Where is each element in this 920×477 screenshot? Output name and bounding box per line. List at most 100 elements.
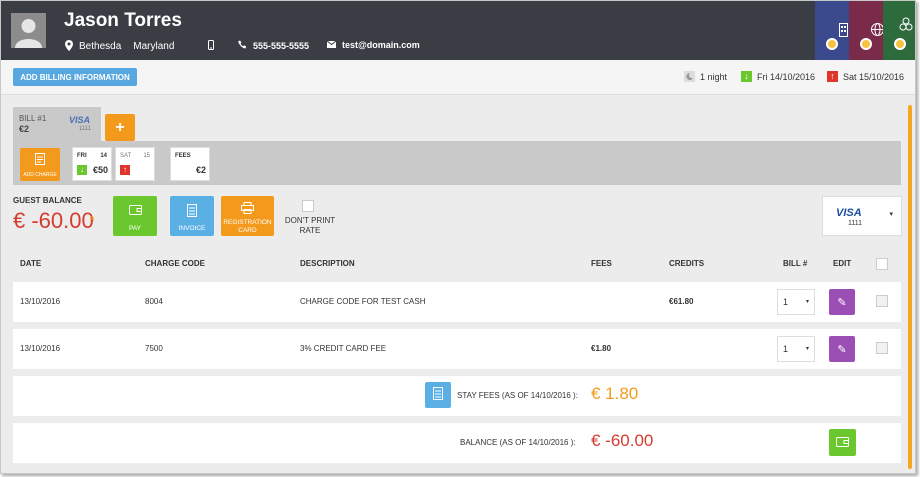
day-date: 15 <box>143 153 150 159</box>
row-fees: €1.80 <box>591 344 612 353</box>
document-icon <box>187 204 197 219</box>
wallet-icon <box>836 435 849 450</box>
edit-button[interactable]: ✎ <box>829 289 855 315</box>
fees-label: FEES <box>175 153 191 159</box>
col-description: DESCRIPTION <box>300 259 355 268</box>
select-all-checkbox[interactable] <box>876 258 888 270</box>
card-brand: VISA <box>836 207 862 219</box>
row-checkbox[interactable] <box>876 342 888 354</box>
bill-amount: €2 <box>19 124 30 134</box>
receipt-icon <box>35 153 45 167</box>
chevron-down-icon: ▾ <box>805 346 809 352</box>
tile-badge <box>860 38 872 50</box>
guest-header: Jason Torres Bethesda Maryland 555-555-5… <box>1 1 915 60</box>
row-description: CHARGE CODE FOR TEST CASH <box>300 297 426 306</box>
registration-card-button[interactable]: REGISTRATION CARD <box>221 196 274 236</box>
bill-card-number: 1111 <box>79 126 92 132</box>
stay-fees-label: STAY FEES (AS OF 14/10/2016 ): <box>457 391 578 400</box>
invoice-label: INVOICE <box>178 224 206 232</box>
arrow-up-icon: ↑ <box>827 71 838 82</box>
table-row: 13/10/2016 8004 CHARGE CODE FOR TEST CAS… <box>13 282 901 322</box>
col-credits: CREDITS <box>669 259 705 268</box>
charges-bar: ADD CHARGE FRI 14 ↓ €50 SAT 15 ↑ FEES €2 <box>13 141 901 185</box>
edit-button[interactable]: ✎ <box>829 336 855 362</box>
bill-number-select[interactable]: 1 ▾ <box>777 336 815 362</box>
chevron-up-icon[interactable]: » <box>86 216 97 222</box>
col-edit: EDIT <box>833 259 852 268</box>
departure-date: ↑ Sat 15/10/2016 <box>827 71 904 82</box>
row-charge-code: 7500 <box>145 344 163 353</box>
col-bill-number: BILL # <box>783 259 808 268</box>
moon-icon <box>684 71 695 82</box>
pay-label: PAY <box>128 224 142 232</box>
guest-name: Jason Torres <box>64 10 182 31</box>
day-name: FRI <box>77 153 87 159</box>
row-date: 13/10/2016 <box>20 297 61 306</box>
guest-phone: 555-555-5555 <box>238 40 309 51</box>
vertical-scrollbar[interactable] <box>908 105 912 469</box>
bill-number-select[interactable]: 1 ▾ <box>777 289 815 315</box>
col-date: DATE <box>20 259 42 268</box>
registration-card-label: REGISTRATION CARD <box>223 218 272 234</box>
guest-location: Bethesda Maryland <box>65 40 174 53</box>
stay-fees-row: STAY FEES (AS OF 14/10/2016 ): € 1.80 <box>13 376 901 416</box>
payment-card-select[interactable]: VISA 1111 ▾ <box>822 196 902 236</box>
wallet-icon <box>129 204 142 217</box>
guest-email: test@domain.com <box>326 40 420 50</box>
bill-number-value: 1 <box>783 344 789 354</box>
departure-label: Sat 15/10/2016 <box>843 71 905 82</box>
row-date: 13/10/2016 <box>20 344 61 353</box>
stay-fees-value: € 1.80 <box>591 384 639 403</box>
bill-number-value: 1 <box>783 297 789 307</box>
guest-city: Bethesda <box>79 41 122 52</box>
day-date: 14 <box>100 153 107 159</box>
row-description: 3% CREDIT CARD FEE <box>300 344 387 353</box>
row-checkbox[interactable] <box>876 295 888 307</box>
balance-row: BALANCE (AS OF 14/10/2016 ): € -60.00 <box>13 423 901 463</box>
envelope-icon <box>326 40 337 50</box>
balance-label: BALANCE (AS OF 14/10/2016 ): <box>460 438 576 447</box>
table-row: 13/10/2016 7500 3% CREDIT CARD FEE €1.80… <box>13 329 901 369</box>
balance-value: € -60.00 <box>591 431 654 450</box>
col-fees: FEES <box>591 259 612 268</box>
row-charge-code: 8004 <box>145 297 163 306</box>
stay-fees-invoice-button[interactable] <box>425 382 451 408</box>
avatar <box>11 13 46 48</box>
day-charge-fri[interactable]: FRI 14 ↓ €50 <box>72 147 112 181</box>
pay-button[interactable]: PAY <box>113 196 157 236</box>
dont-print-rate-label: DON'T PRINT RATE <box>284 216 336 235</box>
guest-email-address: test@domain.com <box>342 40 420 50</box>
nights-count: 1 night <box>684 71 727 82</box>
guest-balance-amount: € -60.00 <box>13 208 94 233</box>
mobile-phone-icon <box>208 40 214 50</box>
billing-window: Jason Torres Bethesda Maryland 555-555-5… <box>0 0 916 474</box>
fees-value: €2 <box>195 165 206 175</box>
printer-icon <box>241 202 254 217</box>
network-tile[interactable] <box>883 1 915 60</box>
bill-card-brand: VISA <box>69 115 91 125</box>
arrow-down-icon: ↓ <box>77 165 87 175</box>
pencil-icon: ✎ <box>837 343 847 356</box>
building-icon <box>839 23 848 42</box>
arrival-label: Fri 14/10/2016 <box>757 71 816 82</box>
arrow-down-icon: ↓ <box>741 71 752 82</box>
chevron-down-icon: ▾ <box>805 299 809 305</box>
add-charge-label: ADD CHARGE <box>23 171 57 178</box>
invoice-button[interactable]: INVOICE <box>170 196 214 236</box>
dont-print-rate-checkbox[interactable] <box>302 200 314 212</box>
bill-tab[interactable]: BILL #1 €2 VISA 1111 <box>13 107 101 141</box>
add-billing-information-button[interactable]: ADD BILLING INFORMATION <box>13 68 137 86</box>
add-bill-button[interactable]: + <box>105 114 135 141</box>
fees-charge[interactable]: FEES €2 <box>170 147 210 181</box>
stay-toolbar: ADD BILLING INFORMATION 1 night ↓ Fri 14… <box>1 60 915 95</box>
building-tile[interactable] <box>815 1 849 60</box>
network-icon <box>899 17 913 36</box>
arrival-date: ↓ Fri 14/10/2016 <box>741 71 815 82</box>
pay-balance-button[interactable] <box>829 429 856 456</box>
add-charge-button[interactable]: ADD CHARGE <box>20 148 60 181</box>
col-charge-code: CHARGE CODE <box>145 259 206 268</box>
bill-title: BILL #1 <box>19 114 47 123</box>
day-charge-sat[interactable]: SAT 15 ↑ <box>115 147 155 181</box>
globe-tile[interactable] <box>849 1 884 60</box>
map-pin-icon <box>65 40 73 53</box>
